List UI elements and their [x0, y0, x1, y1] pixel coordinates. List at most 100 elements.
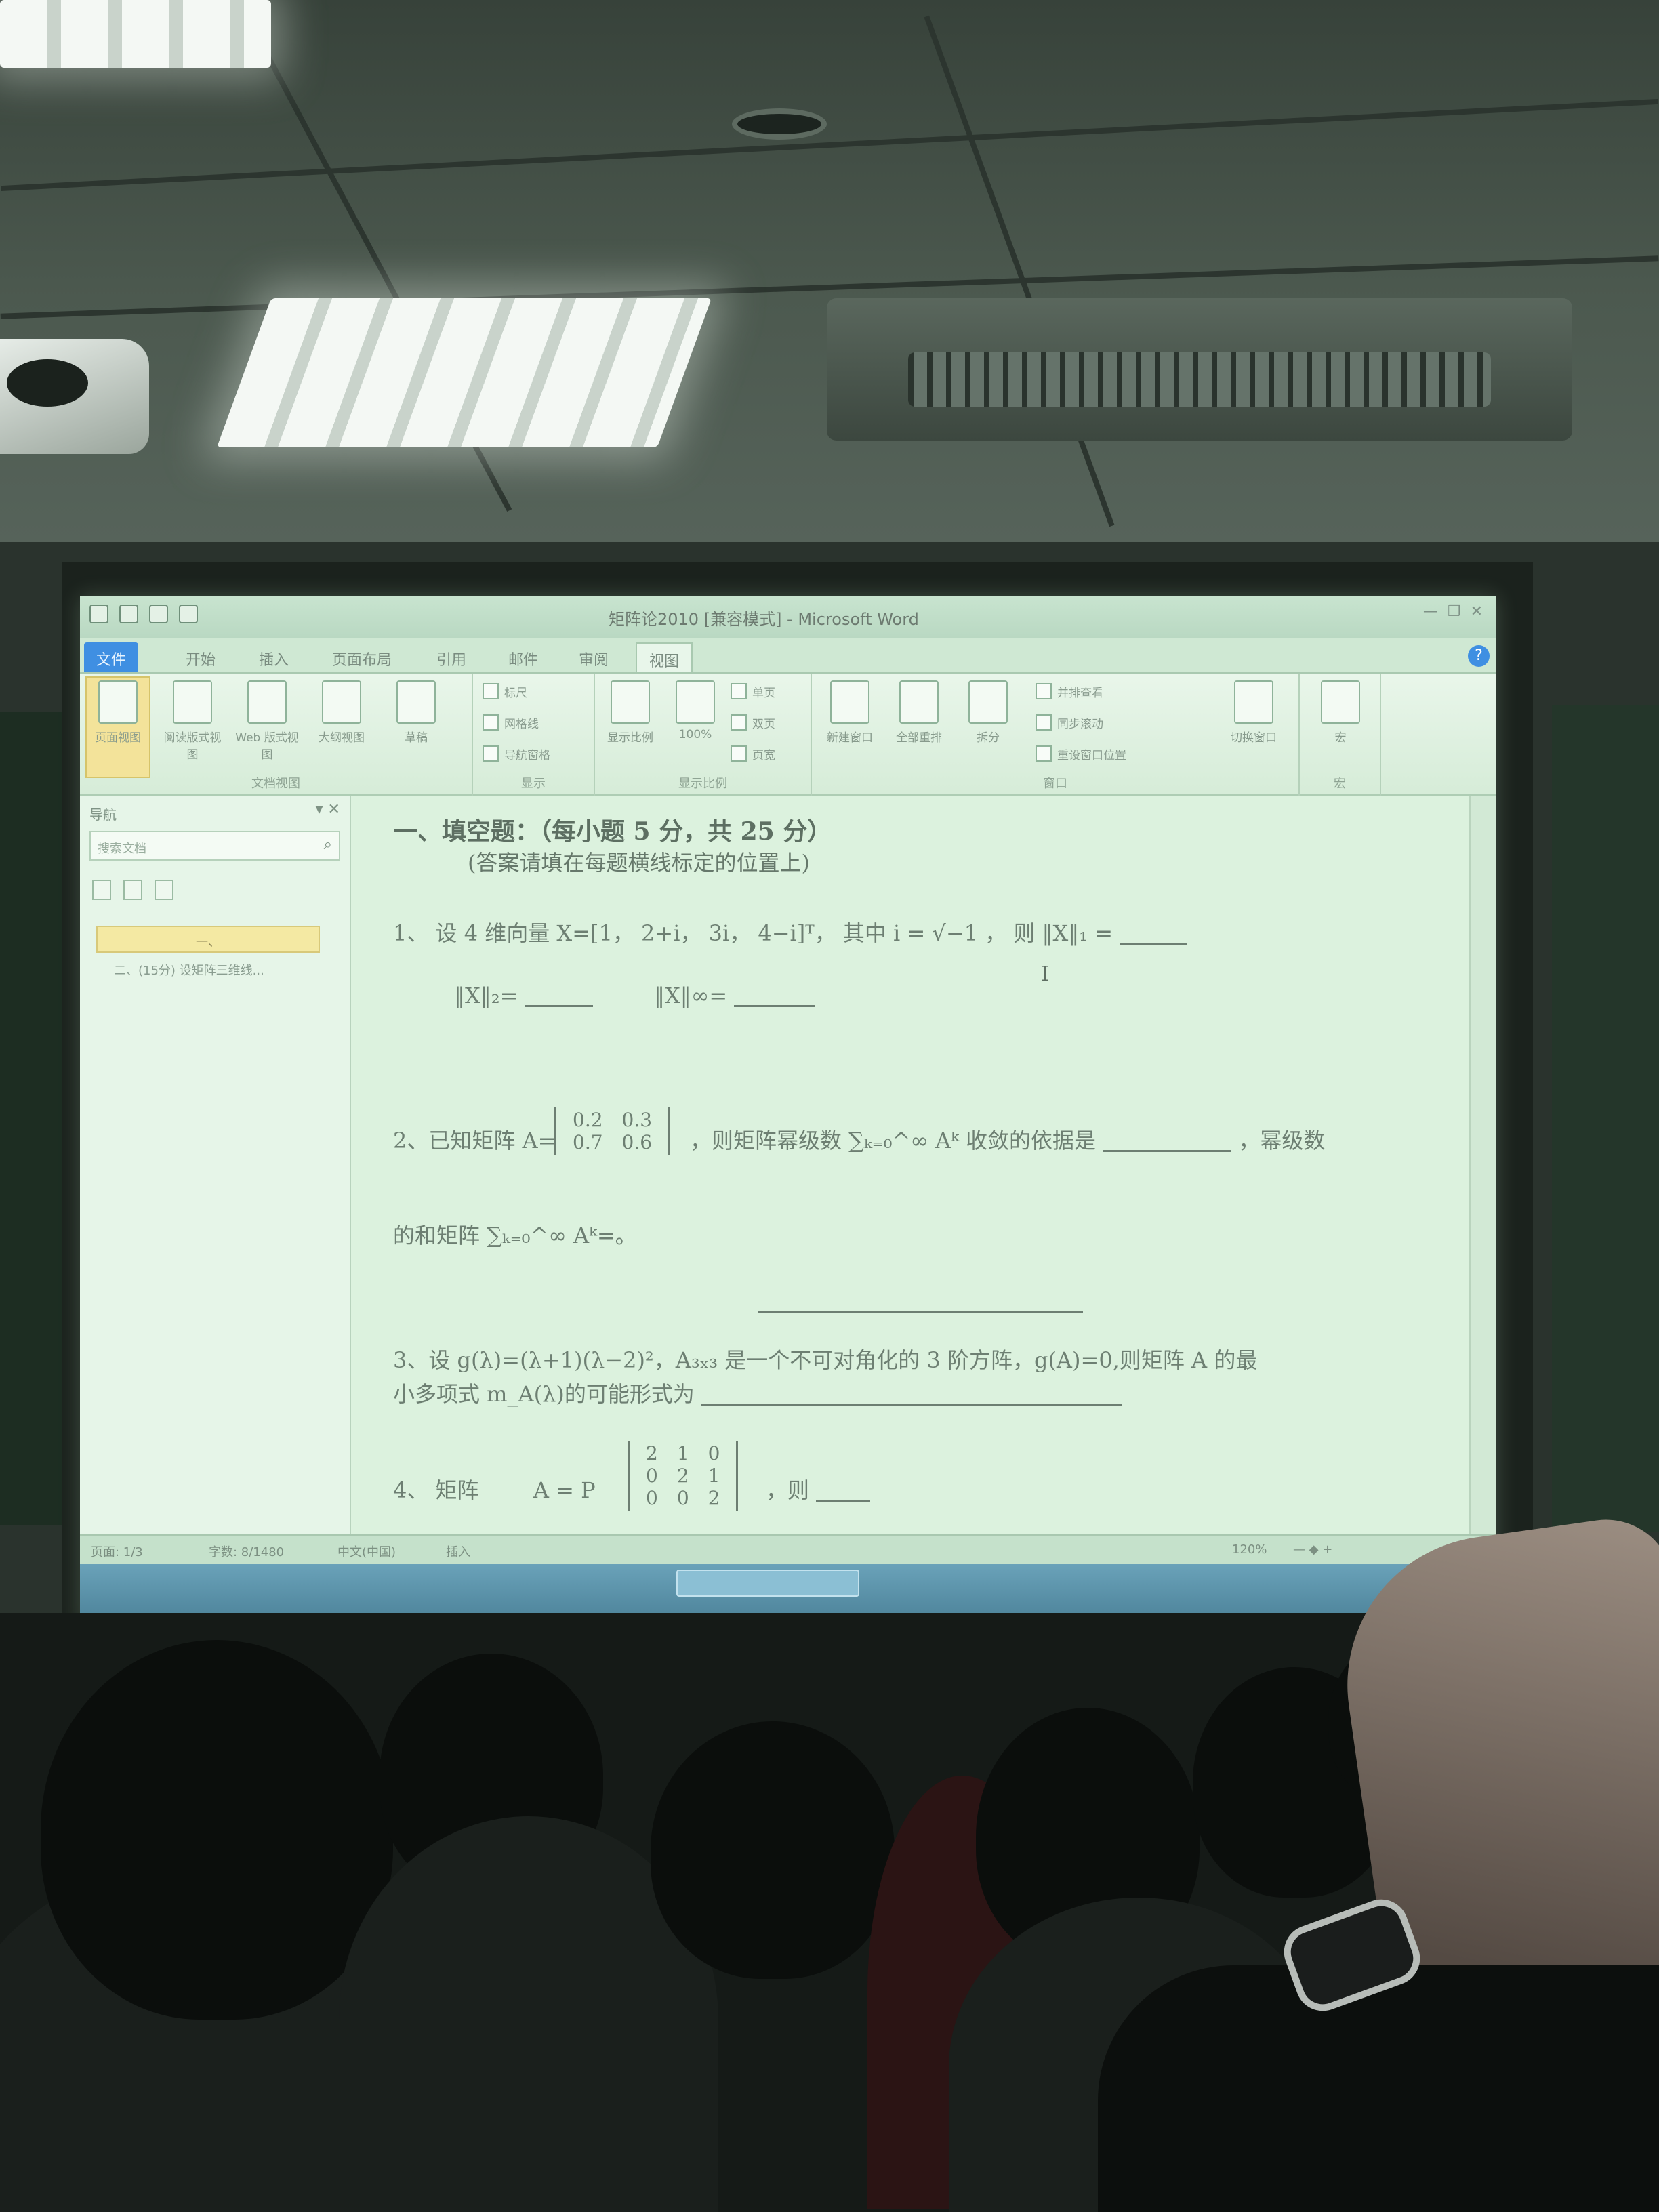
tab-view[interactable]: 视图	[636, 642, 693, 672]
close-icon[interactable]: ▾ ✕	[316, 801, 340, 818]
split-button[interactable]: 拆分	[956, 680, 1021, 745]
question-1: 1、 设 4 维向量 X=[1， 2+i， 3i， 4−i]ᵀ， 其中 i = …	[393, 916, 1188, 947]
group-label: 文档视图	[251, 777, 300, 791]
question-2-line2: 的和矩阵 ∑ₖ₌₀^∞ Aᵏ=。	[393, 1223, 637, 1248]
switch-windows-icon	[1234, 680, 1273, 724]
view-side-by-side-button[interactable]: 并排查看	[1036, 683, 1103, 700]
zoom-button[interactable]: 显示比例	[598, 680, 663, 745]
redo-icon[interactable]	[179, 605, 198, 623]
undo-icon[interactable]	[149, 605, 168, 623]
macros-button[interactable]: 宏	[1308, 680, 1373, 745]
question-4-tail: ，则	[766, 1473, 871, 1504]
restore-button[interactable]: ❐	[1448, 603, 1461, 620]
tab-references[interactable]: 引用	[424, 642, 478, 672]
question-3-line2: 小多项式 m_A(λ)的可能形式为	[393, 1377, 1122, 1408]
browse-pages-icon[interactable]	[123, 880, 142, 900]
switch-windows-button[interactable]: 切换窗口	[1221, 680, 1286, 745]
nav-view-switcher	[92, 880, 173, 900]
tab-file[interactable]: 文件	[84, 642, 139, 672]
search-icon[interactable]: ⌕	[324, 836, 332, 853]
nav-search-input[interactable]: 搜索文档 ⌕	[89, 831, 340, 861]
group-label: 显示	[521, 777, 546, 791]
ribbon-tabs: 文件 开始 插入 页面布局 引用 邮件 审阅 视图 ?	[80, 638, 1496, 674]
status-bar: 页面: 1/3 字数: 8/1480 中文(中国) 插入 120% — ◆ +	[80, 1534, 1496, 1564]
tab-home[interactable]: 开始	[173, 642, 228, 672]
matrix-2x2: 0.2 0.3 0.7 0.6	[554, 1107, 671, 1155]
navigation-pane-checkbox[interactable]: 导航窗格	[483, 745, 550, 762]
status-mode[interactable]: 插入	[446, 1542, 470, 1560]
answer-blank[interactable]	[701, 1384, 1122, 1406]
matrix-cell: 2	[676, 1465, 689, 1487]
two-pages-button[interactable]: 双页	[731, 714, 775, 731]
gridlines-checkbox[interactable]: 网格线	[483, 714, 539, 731]
minimize-button[interactable]: —	[1423, 603, 1438, 620]
window-controls: — ❐ ✕	[1423, 603, 1483, 620]
zoom-100-button[interactable]: 100%	[663, 680, 728, 741]
tab-insert[interactable]: 插入	[247, 642, 301, 672]
group-label: 宏	[1334, 777, 1346, 791]
close-button[interactable]: ✕	[1471, 603, 1483, 620]
zoom-level[interactable]: 120%	[1232, 1542, 1267, 1557]
group-macros: 宏 宏	[1300, 674, 1381, 796]
outline-icon	[322, 680, 361, 724]
question-1-norms: ‖X‖₂= ‖X‖∞=	[454, 983, 816, 1008]
window-title: 矩阵论2010 [兼容模式] - Microsoft Word	[609, 610, 919, 629]
answer-blank[interactable]	[816, 1480, 871, 1502]
answer-blank[interactable]	[1103, 1130, 1232, 1152]
page-width-button[interactable]: 页宽	[731, 745, 775, 762]
arrange-all-button[interactable]: 全部重排	[886, 680, 951, 745]
status-words[interactable]: 字数: 8/1480	[209, 1542, 284, 1560]
matrix-cell: 0.7	[573, 1131, 603, 1153]
answer-blank[interactable]	[1120, 923, 1188, 945]
word-app-icon[interactable]	[89, 605, 108, 623]
tab-mailings[interactable]: 邮件	[496, 642, 550, 672]
word-window: 矩阵论2010 [兼容模式] - Microsoft Word — ❐ ✕ 文件…	[80, 596, 1496, 1626]
matrix-cell: 1	[676, 1442, 689, 1465]
question-3: 3、设 g(λ)=(λ+1)(λ−2)²，A₃ₓ₃ 是一个不可对角化的 3 阶方…	[393, 1347, 1258, 1373]
full-screen-reading-button[interactable]: 阅读版式视图	[160, 680, 225, 762]
document-page[interactable]: 一、填空题：（每小题 5 分，共 25 分） (答案请填在每题横线标定的位置上)…	[351, 796, 1469, 1534]
draft-button[interactable]: 草稿	[384, 680, 449, 745]
nav-heading-item[interactable]: 一、	[96, 926, 320, 953]
globe-icon	[247, 680, 287, 724]
synchronous-scrolling-button[interactable]: 同步滚动	[1036, 714, 1103, 731]
browse-results-icon[interactable]	[155, 880, 173, 900]
tab-page-layout[interactable]: 页面布局	[320, 642, 404, 672]
reset-window-position-button[interactable]: 重设窗口位置	[1036, 745, 1126, 762]
matrix-cell: 2	[708, 1487, 720, 1509]
taskbar-word-button[interactable]	[676, 1570, 859, 1597]
matrix-cell: 0	[708, 1442, 720, 1465]
outline-button[interactable]: 大纲视图	[309, 680, 374, 745]
sleeve	[1098, 1965, 1659, 2212]
matrix-cell: 0	[646, 1465, 658, 1487]
save-icon[interactable]	[119, 605, 138, 623]
matrix-cell: 1	[708, 1465, 720, 1487]
vertical-scrollbar[interactable]	[1469, 796, 1496, 1534]
zoom-slider[interactable]: — ◆ +	[1293, 1542, 1332, 1557]
tab-review[interactable]: 审阅	[567, 642, 621, 672]
answer-blank[interactable]	[734, 985, 816, 1007]
question-2-text: ，则矩阵幂级数 ∑ₖ₌₀^∞ Aᵏ 收敛的依据是 ，幂级数	[690, 1128, 1326, 1153]
browse-headings-icon[interactable]	[92, 880, 111, 900]
ruler-checkbox[interactable]: 标尺	[483, 683, 527, 700]
group-label: 显示比例	[678, 777, 727, 791]
one-page-button[interactable]: 单页	[731, 683, 775, 700]
answer-blank[interactable]	[525, 985, 593, 1007]
ceiling	[0, 0, 1659, 542]
help-icon[interactable]: ?	[1468, 645, 1490, 667]
question-2: 2、已知矩阵 A=	[393, 1128, 556, 1153]
air-conditioner	[827, 298, 1572, 441]
draft-icon	[396, 680, 436, 724]
new-window-button[interactable]: 新建窗口	[817, 680, 882, 745]
answer-blank[interactable]	[758, 1311, 1083, 1313]
web-layout-button[interactable]: Web 版式视图	[234, 680, 300, 762]
status-language[interactable]: 中文(中国)	[337, 1542, 396, 1560]
blackboard-right	[1552, 705, 1659, 1532]
group-document-views: 页面视图 阅读版式视图 Web 版式视图 大纲视图 草稿 文档视图	[80, 674, 473, 796]
nav-heading-item[interactable]: 二、(15分) 设矩阵三维线...	[114, 961, 264, 979]
status-page[interactable]: 页面: 1/3	[91, 1542, 143, 1560]
print-layout-button[interactable]: 页面视图	[85, 676, 150, 778]
matrix-3x3: 210 021 002	[628, 1441, 739, 1511]
ceiling-light-1	[0, 0, 271, 68]
nav-title: 导航	[89, 806, 117, 823]
